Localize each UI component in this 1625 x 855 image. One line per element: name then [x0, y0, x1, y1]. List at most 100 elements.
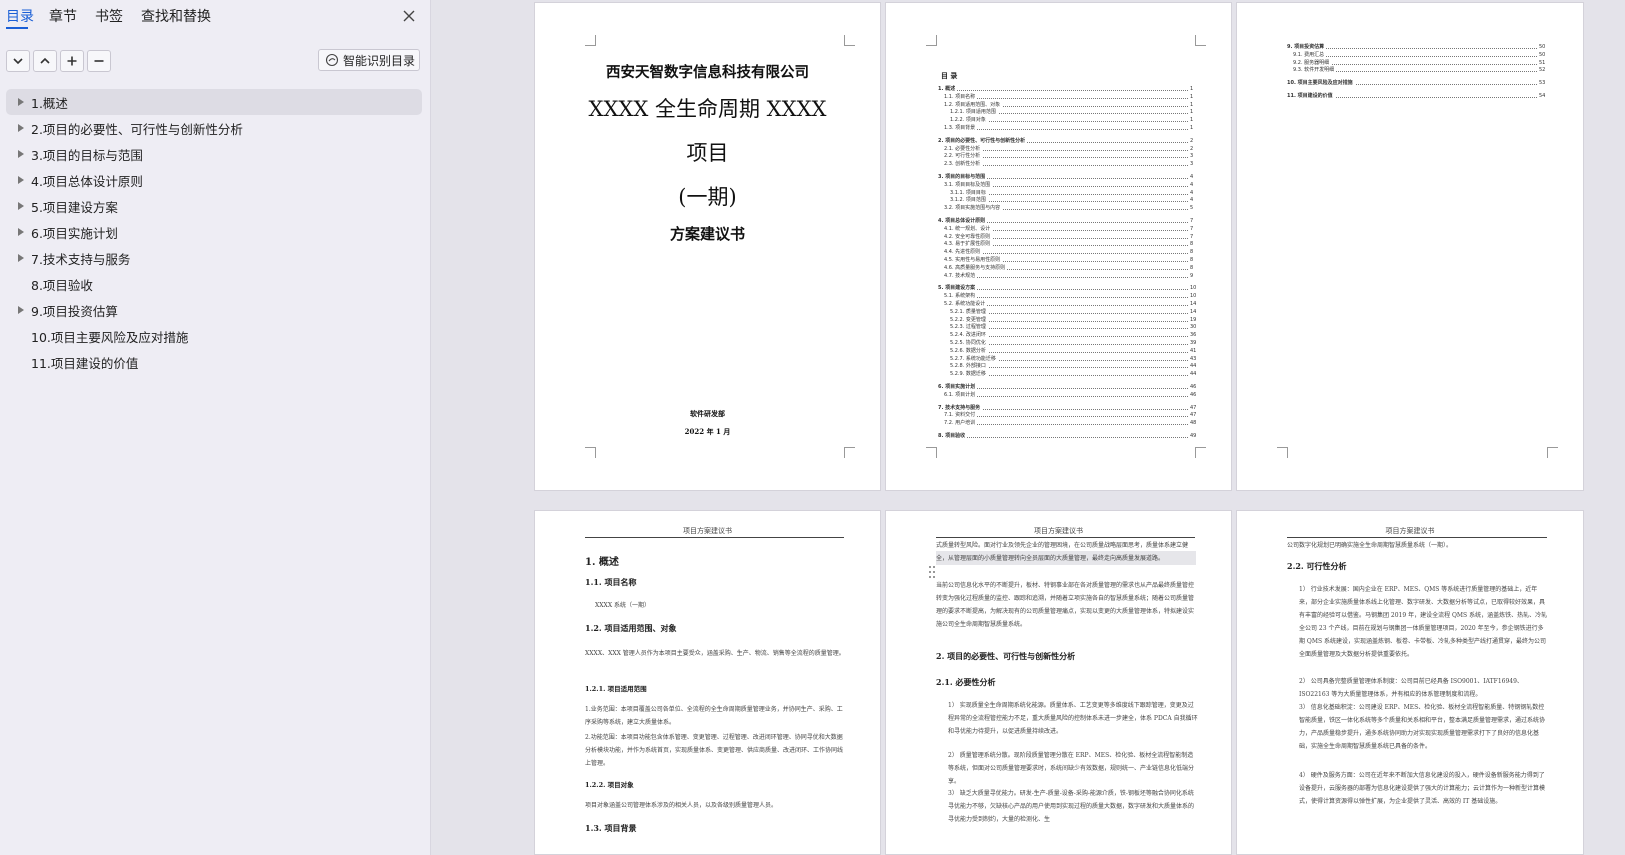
toc-entry[interactable]: 5.2.6. 数据分析 41 — [886, 346, 1231, 355]
toc-item-label: 3.项目的目标与范围 — [31, 147, 143, 163]
toc-item[interactable]: 5.项目建设方案 — [6, 193, 422, 219]
toc-entry-page: 46 — [1190, 384, 1197, 390]
toc-entry[interactable]: 7. 技术支持与服务 47 — [886, 403, 1231, 412]
body-page-2[interactable]: 项目方案建议书 式质量转型风险。面对行业及领先企业的管理困境，在公司质量战略层面… — [885, 510, 1232, 855]
toc-entry[interactable]: 5.2.5. 协同优化 39 — [886, 339, 1231, 347]
toc-entry[interactable]: 3.1.1. 项目目标 4 — [886, 188, 1231, 197]
toc-item[interactable]: 11.项目建设的价值 — [6, 349, 422, 375]
toc-entry-label: 3.2. 项目实施范围与内容 — [944, 204, 1003, 213]
tab-find-replace[interactable]: 查找和替换 — [141, 6, 211, 26]
toc-entry[interactable]: 5.2.4. 改进闭环 36 — [886, 331, 1231, 340]
toc-entry[interactable]: 4. 项目总体设计原则 7 — [886, 217, 1231, 225]
toc-item[interactable]: 8.项目验收 — [6, 271, 422, 297]
toc-entry-page: 30 — [1190, 324, 1197, 331]
toc-entry[interactable]: 8. 项目验收 49 — [886, 432, 1231, 440]
toc-entry[interactable]: 4.2. 安全可靠性原则 7 — [886, 232, 1231, 241]
add-entry-button[interactable] — [60, 50, 84, 72]
toc-entry[interactable]: 5.2.8. 外部接口 44 — [886, 362, 1231, 371]
expand-arrow-icon[interactable] — [18, 124, 24, 132]
list-item: 3） 缺乏大质量寻优能力。研发-生产-质量-设备-采购-能源介质，铁-钢板坯等融… — [948, 790, 1195, 823]
toc-entry[interactable]: 9.1. 费用汇总 50 — [1237, 50, 1583, 59]
toc-entry[interactable]: 5.2.3. 过程管理 30 — [886, 323, 1231, 332]
toc-entry[interactable]: 1.2.2. 项目对象 1 — [886, 116, 1231, 125]
toc-entry[interactable]: 5. 项目建设方案 10 — [886, 284, 1231, 293]
expand-arrow-icon[interactable] — [18, 306, 24, 314]
toc-entry[interactable]: 7.2. 用户培训 48 — [886, 419, 1231, 428]
expand-up-button[interactable] — [33, 50, 57, 72]
toc-entry[interactable]: 9.2. 服务器明细 51 — [1237, 58, 1583, 67]
list-item: 3） 信息化基础积淀：公司建设 ERP、MES、检化验、板材全流程智能质量、特钢… — [1299, 704, 1546, 750]
body-page-3[interactable]: 项目方案建议书 公司数字化规划已明确实施全生命周期智慧质量系统（一期）。 2.2… — [1236, 510, 1584, 855]
toc-entry[interactable]: 7.1. 资料交付 47 — [886, 411, 1231, 420]
toc-entry[interactable]: 4.3. 易于扩展性原则 8 — [886, 240, 1231, 249]
remove-entry-button[interactable] — [87, 50, 111, 72]
toc-item[interactable]: 3.项目的目标与范围 — [6, 141, 422, 167]
toc-entry[interactable]: 4.7. 技术规范 9 — [886, 271, 1231, 280]
toc-page-2[interactable]: 9. 项目投资估算 50 9.1. 费用汇总 50 9.2. 服务器明细 51 9.3. 软… — [1236, 2, 1584, 491]
toc-entry-page: 1 — [1190, 109, 1194, 116]
toc-entry[interactable]: 2.1. 必要性分析 2 — [886, 144, 1231, 153]
heading-project-object: 1.2.2. 项目对象 — [585, 781, 634, 789]
tab-chapters[interactable]: 章节 — [49, 6, 77, 26]
toc-entry[interactable]: 3. 项目的目标与范围 4 — [886, 173, 1231, 181]
toc-entry[interactable]: 9.3. 软件开发明细 52 — [1237, 66, 1583, 75]
toc-entry[interactable]: 5.2.7. 系统功能迁移 43 — [886, 354, 1231, 363]
toc-page[interactable]: 目 录 1. 概述 1 1.1. 项目名称 1 1.2. 项目适用范围、对象 1 1.2.1… — [885, 2, 1232, 491]
toc-entry[interactable]: 6.1. 项目计划 46 — [886, 390, 1231, 399]
toc-entry[interactable]: 10. 项目主要风险及应对措施 53 — [1237, 79, 1583, 88]
toc-item-label: 8.项目验收 — [31, 277, 93, 293]
toc-entry[interactable]: 1.2.1. 项目适用范围 1 — [886, 108, 1231, 117]
toc-entry[interactable]: 5.2.9. 数据迁移 44 — [886, 370, 1231, 379]
collapse-all-button[interactable] — [6, 50, 30, 72]
toc-item[interactable]: 7.技术支持与服务 — [6, 245, 422, 271]
toc-entry[interactable]: 5.2.2. 变更管理 19 — [886, 315, 1231, 324]
toc-item[interactable]: 1.概述 — [6, 89, 422, 115]
toc-entry[interactable]: 5.2.1. 质量管理 14 — [886, 307, 1231, 316]
toc-entry-page: 7 — [1190, 233, 1194, 240]
toc-item[interactable]: 2.项目的必要性、可行性与创新性分析 — [6, 115, 422, 141]
toc-entry[interactable]: 2.2. 可行性分析 3 — [886, 152, 1231, 161]
toc-entry[interactable]: 3.1. 项目目标及范围 4 — [886, 180, 1231, 189]
heading-necessity: 2.1. 必要性分析 — [936, 677, 996, 687]
drag-handle-icon[interactable] — [928, 565, 936, 579]
toc-entry[interactable]: 2. 项目的必要性、可行性与创新性分析 2 — [886, 136, 1231, 145]
toc-entry-label: 2.1. 必要性分析 — [944, 144, 983, 153]
toc-entry-label: 6.1. 项目计划 — [944, 390, 978, 399]
toc-entry[interactable]: 2.3. 创新性分析 3 — [886, 160, 1231, 169]
toc-entry[interactable]: 11. 项目建设的价值 54 — [1237, 92, 1583, 100]
toc-entry[interactable]: 5.1. 系统架构 10 — [886, 292, 1231, 301]
smart-recognize-toc-button[interactable]: 智能识别目录 — [318, 49, 420, 71]
expand-arrow-icon[interactable] — [18, 150, 24, 158]
toc-entry[interactable]: 4.4. 先进性原则 8 — [886, 248, 1231, 257]
toc-entry[interactable]: 4.6. 高质量服务与支持原则 8 — [886, 263, 1231, 272]
toc-entry[interactable]: 4.5. 实用性与易用性原则 8 — [886, 256, 1231, 264]
toc-item[interactable]: 6.项目实施计划 — [6, 219, 422, 245]
tab-bookmarks[interactable]: 书签 — [95, 6, 123, 26]
toc-entry[interactable]: 1.2. 项目适用范围、对象 1 — [886, 100, 1231, 109]
toc-entry[interactable]: 1.3. 项目背景 1 — [886, 124, 1231, 132]
toc-entry[interactable]: 1. 概述 1 — [886, 85, 1231, 93]
expand-arrow-icon[interactable] — [18, 176, 24, 184]
expand-arrow-icon[interactable] — [18, 202, 24, 210]
body-page-1[interactable]: 项目方案建议书 1. 概述 1.1. 项目名称 XXXX 系统（一期） 1.2.… — [534, 510, 881, 855]
toc-entry-page: 47 — [1190, 404, 1197, 411]
expand-arrow-icon[interactable] — [18, 98, 24, 106]
toc-entry[interactable]: 3.2. 项目实施范围与内容 5 — [886, 204, 1231, 213]
cover-company: 西安天智数字信息科技有限公司 — [606, 64, 809, 81]
toc-entry[interactable]: 4.1. 统一规划、设计 7 — [886, 224, 1231, 233]
expand-arrow-icon[interactable] — [18, 254, 24, 262]
toc-entry[interactable]: 9. 项目投资估算 50 — [1237, 43, 1583, 51]
cover-page[interactable]: 西安天智数字信息科技有限公司 XXXX 全生命周期 XXXX 项目 (一期) 方… — [534, 2, 881, 491]
toc-item[interactable]: 9.项目投资估算 — [6, 297, 422, 323]
document-canvas[interactable]: 西安天智数字信息科技有限公司 XXXX 全生命周期 XXXX 项目 (一期) 方… — [431, 0, 1625, 855]
close-icon[interactable] — [400, 7, 418, 25]
toc-entry[interactable]: 5.2. 系统功能设计 14 — [886, 300, 1231, 308]
toc-entry[interactable]: 1.1. 项目名称 1 — [886, 92, 1231, 101]
toc-entry[interactable]: 6. 项目实施计划 46 — [886, 383, 1231, 391]
toc-item[interactable]: 10.项目主要风险及应对措施 — [6, 323, 422, 349]
toc-entry[interactable]: 3.1.2. 项目范围 4 — [886, 196, 1231, 205]
expand-arrow-icon[interactable] — [18, 228, 24, 236]
toc-entry-page: 46 — [1190, 391, 1197, 398]
toc-item[interactable]: 4.项目总体设计原则 — [6, 167, 422, 193]
tab-toc[interactable]: 目录 — [6, 6, 34, 26]
